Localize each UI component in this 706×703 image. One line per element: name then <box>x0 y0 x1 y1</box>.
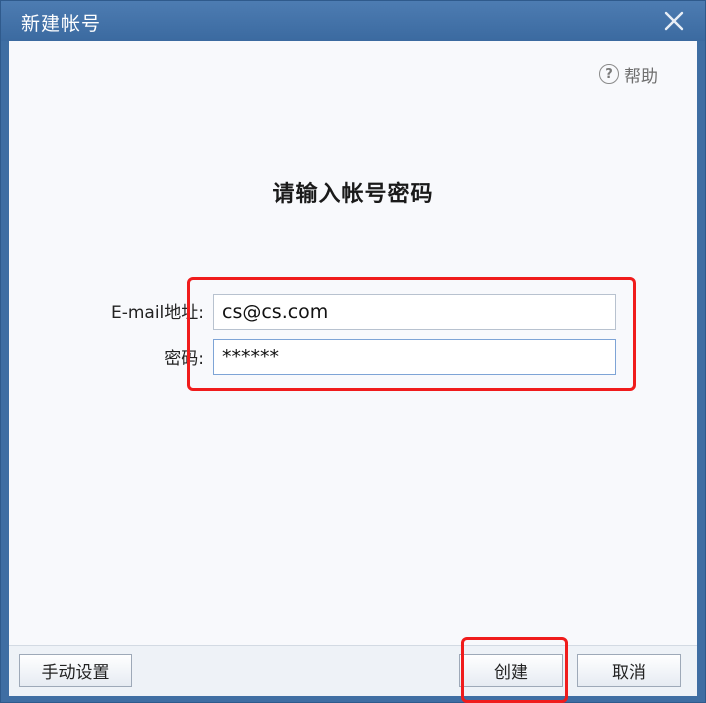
email-field[interactable]: cs@cs.com <box>213 294 616 330</box>
help-label: 帮助 <box>624 66 658 87</box>
password-value: ****** <box>222 346 279 368</box>
window-title: 新建帐号 <box>21 13 102 35</box>
dialog-content: ? 帮助 请输入帐号密码 E-mail地址: cs@cs.com 密码: ***… <box>9 41 697 645</box>
dialog-footer: 手动设置 创建 取消 <box>9 645 697 696</box>
manual-setup-button[interactable]: 手动设置 <box>19 654 132 687</box>
password-label: 密码: <box>164 349 204 369</box>
email-value: cs@cs.com <box>222 301 329 323</box>
help-link[interactable]: ? 帮助 <box>599 63 658 87</box>
close-icon <box>664 11 684 31</box>
title-bar[interactable]: 新建帐号 <box>1 1 705 41</box>
new-account-dialog: 新建帐号 ? 帮助 请输入帐号密码 E-mail地址: cs@cs.com 密码… <box>0 0 706 703</box>
email-label: E-mail地址: <box>110 303 204 323</box>
close-button[interactable] <box>663 10 685 32</box>
password-field[interactable]: ****** <box>213 339 616 375</box>
question-circle-icon: ? <box>599 64 619 84</box>
create-button[interactable]: 创建 <box>459 654 563 687</box>
page-title: 请输入帐号密码 <box>272 182 434 207</box>
cancel-button[interactable]: 取消 <box>577 654 681 687</box>
